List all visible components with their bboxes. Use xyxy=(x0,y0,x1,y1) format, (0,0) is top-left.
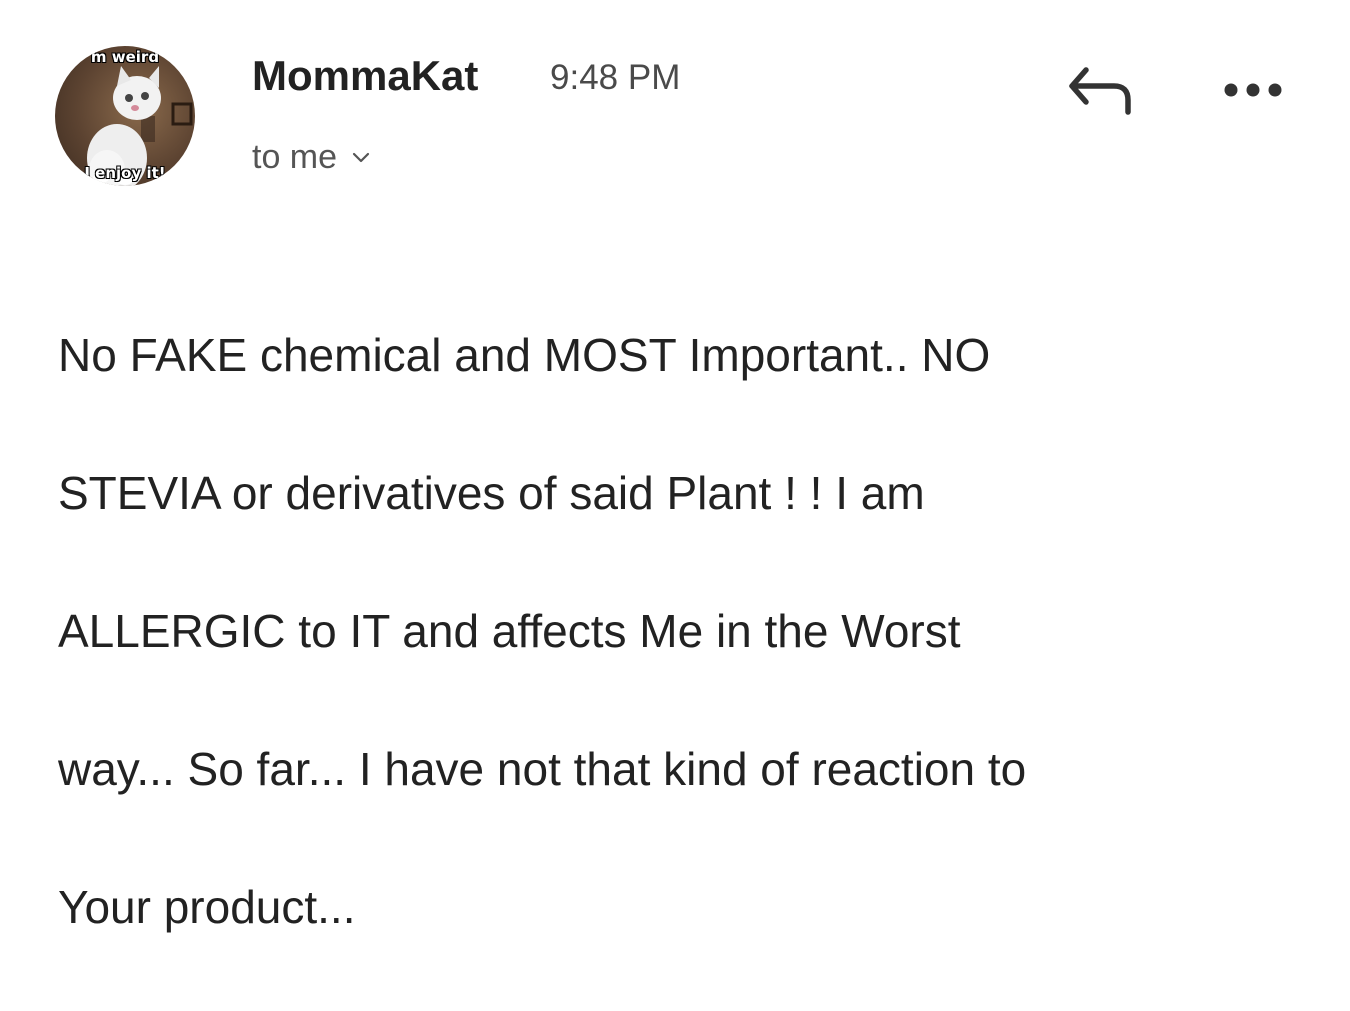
message-line: ALLERGIC to IT and affects Me in the Wor… xyxy=(58,605,961,657)
recipient-label: to me xyxy=(252,138,338,176)
reply-button[interactable] xyxy=(1064,60,1136,122)
recipient-details-toggle[interactable]: to me xyxy=(252,138,371,177)
message-body: No FAKE chemical and MOST Important.. NO… xyxy=(58,252,1318,1011)
more-horizontal-icon xyxy=(1224,83,1282,97)
avatar-caption-top: m weird xyxy=(90,48,160,66)
message-line: Your product... xyxy=(58,881,356,933)
sender-avatar[interactable]: m weird I enjoy it! xyxy=(55,46,195,186)
sender-name[interactable]: MommaKat xyxy=(252,52,478,100)
more-options-button[interactable] xyxy=(1218,70,1288,110)
avatar-caption-bottom: I enjoy it! xyxy=(84,164,166,182)
chevron-down-icon xyxy=(352,152,370,162)
reply-arrow-icon xyxy=(1069,67,1131,115)
message-line: way... So far... I have not that kind of… xyxy=(58,743,1027,795)
message-line: No FAKE chemical and MOST Important.. NO xyxy=(58,329,991,381)
message-line: STEVIA or derivatives of said Plant ! ! … xyxy=(58,467,925,519)
message-time: 9:48 PM xyxy=(550,58,681,97)
